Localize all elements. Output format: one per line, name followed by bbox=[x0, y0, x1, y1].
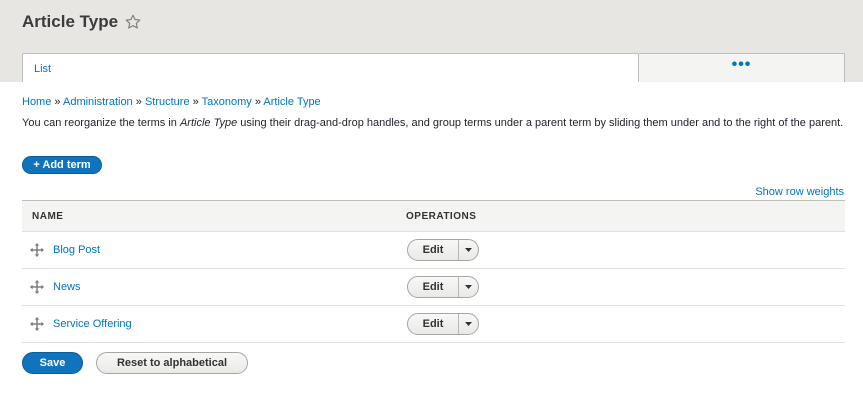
description-emphasis: Article Type bbox=[179, 117, 238, 129]
caret-down-icon bbox=[465, 318, 472, 330]
breadcrumb-separator: » bbox=[135, 96, 145, 108]
add-term-button[interactable]: + Add term bbox=[22, 156, 102, 174]
page-description: You can reorganize the terms in Article … bbox=[22, 116, 844, 131]
drag-handle-icon[interactable] bbox=[30, 280, 44, 294]
terms-table: NAME OPERATIONS Blog Post Edit News Edit… bbox=[22, 200, 845, 343]
page-title: Article Type bbox=[22, 12, 119, 31]
breadcrumb-separator: » bbox=[54, 96, 63, 108]
term-cell: Service Offering bbox=[22, 317, 397, 331]
edit-dropbutton: Edit bbox=[407, 313, 479, 335]
page-title-wrap: Article Type bbox=[22, 12, 141, 32]
breadcrumb-administration[interactable]: Administration bbox=[63, 96, 133, 108]
description-after: using their drag-and-drop handles, and g… bbox=[237, 117, 844, 129]
tabs-bar: List ••• bbox=[22, 53, 845, 82]
breadcrumb-taxonomy[interactable]: Taxonomy bbox=[202, 96, 252, 108]
operations-cell: Edit bbox=[397, 239, 479, 261]
tab-more-menu[interactable]: ••• bbox=[639, 53, 845, 82]
column-header-name: NAME bbox=[32, 210, 64, 222]
term-cell: Blog Post bbox=[22, 243, 397, 257]
table-header: NAME OPERATIONS bbox=[22, 200, 845, 232]
tab-list[interactable]: List bbox=[22, 53, 639, 82]
operations-cell: Edit bbox=[397, 313, 479, 335]
drag-handle-icon[interactable] bbox=[30, 243, 44, 257]
table-row: Service Offering Edit bbox=[22, 306, 845, 343]
reset-alphabetical-button[interactable]: Reset to alphabetical bbox=[96, 352, 248, 374]
breadcrumb-article-type[interactable]: Article Type bbox=[263, 96, 320, 108]
dropdown-toggle[interactable] bbox=[459, 277, 478, 297]
term-link[interactable]: News bbox=[53, 281, 81, 293]
dropdown-toggle[interactable] bbox=[459, 314, 478, 334]
description-before: You can reorganize the terms in bbox=[22, 117, 180, 129]
edit-button[interactable]: Edit bbox=[408, 314, 459, 334]
operations-cell: Edit bbox=[397, 276, 479, 298]
edit-button[interactable]: Edit bbox=[408, 240, 459, 260]
breadcrumb-separator: » bbox=[192, 96, 202, 108]
edit-dropbutton: Edit bbox=[407, 239, 479, 261]
star-icon[interactable] bbox=[125, 14, 141, 30]
term-cell: News bbox=[22, 280, 397, 294]
page-header: Article Type List ••• bbox=[0, 0, 863, 82]
dropdown-toggle[interactable] bbox=[459, 240, 478, 260]
term-link[interactable]: Service Offering bbox=[53, 318, 132, 330]
table-row: News Edit bbox=[22, 269, 845, 306]
caret-down-icon bbox=[465, 281, 472, 293]
drag-handle-icon[interactable] bbox=[30, 317, 44, 331]
edit-button[interactable]: Edit bbox=[408, 277, 459, 297]
breadcrumb: Home » Administration » Structure » Taxo… bbox=[22, 96, 321, 108]
save-button[interactable]: Save bbox=[22, 352, 83, 374]
column-header-operations: OPERATIONS bbox=[406, 210, 477, 222]
edit-dropbutton: Edit bbox=[407, 276, 479, 298]
table-row: Blog Post Edit bbox=[22, 232, 845, 269]
show-row-weights-link[interactable]: Show row weights bbox=[755, 186, 844, 198]
breadcrumb-home[interactable]: Home bbox=[22, 96, 51, 108]
caret-down-icon bbox=[465, 244, 472, 256]
breadcrumb-structure[interactable]: Structure bbox=[145, 96, 190, 108]
term-link[interactable]: Blog Post bbox=[53, 244, 100, 256]
